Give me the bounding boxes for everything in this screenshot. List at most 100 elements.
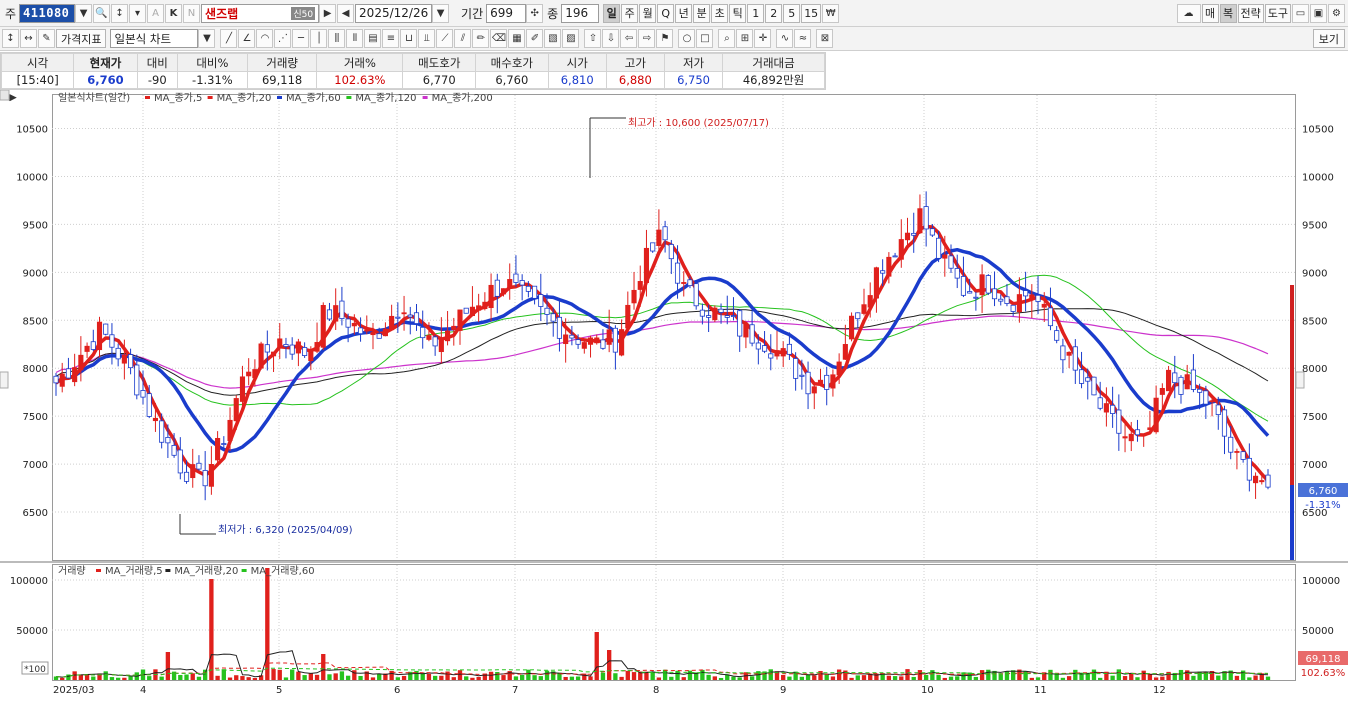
fan-icon[interactable]: ⋰	[274, 29, 292, 48]
period-15[interactable]: 15	[801, 3, 822, 23]
updown-icon[interactable]: ↕	[2, 29, 19, 48]
period-day[interactable]: 일	[603, 3, 621, 23]
parallel-icon[interactable]: ⫽	[454, 29, 472, 48]
candle-body	[494, 279, 500, 297]
search-icon[interactable]: 🔍	[93, 3, 111, 23]
circle-icon[interactable]: ○	[678, 29, 696, 48]
pencil-icon[interactable]: ✏	[472, 29, 490, 48]
scroll-handle[interactable]	[0, 89, 10, 101]
candle-body	[1016, 294, 1022, 313]
volume-bar	[321, 654, 326, 680]
back-icon[interactable]: ◀	[337, 3, 355, 23]
clipboard-icon[interactable]: ▨	[562, 29, 580, 48]
a-icon[interactable]: A	[147, 3, 165, 23]
volume-bar	[700, 669, 705, 680]
waves-icon[interactable]: ≈	[794, 29, 812, 48]
tools-button[interactable]: 도구	[1264, 3, 1291, 23]
folder-icon[interactable]: ▭	[1292, 3, 1309, 23]
line-icon[interactable]: ╱	[220, 29, 238, 48]
candle-body	[761, 345, 768, 352]
palette-icon[interactable]: ▦	[508, 29, 526, 48]
period-year[interactable]: 년	[675, 3, 693, 23]
wave-icon[interactable]: ∿	[776, 29, 794, 48]
angle-icon[interactable]: ∠	[238, 29, 256, 48]
side-handle-left[interactable]	[0, 371, 9, 389]
leftright-icon[interactable]: ↔	[20, 29, 37, 48]
zoom-area-icon[interactable]: ⊞	[736, 29, 754, 48]
arrow-left-icon[interactable]: ⇦	[620, 29, 638, 48]
settings-icon[interactable]: ⚙	[1328, 3, 1345, 23]
flag-icon[interactable]: ⚑	[656, 29, 674, 48]
cycle-icon[interactable]: ⫼	[328, 29, 346, 48]
play-icon[interactable]: ▶	[319, 3, 337, 23]
cloud-icon[interactable]: ☁	[1176, 3, 1201, 23]
candle-body	[898, 239, 904, 260]
period-tick[interactable]: 틱	[729, 3, 747, 23]
arrow-down-icon[interactable]: ⇩	[602, 29, 620, 48]
candle-body	[1203, 390, 1209, 405]
n-icon[interactable]: N	[183, 3, 201, 23]
arrow-right-icon[interactable]: ⇨	[638, 29, 656, 48]
vline-icon[interactable]: │	[310, 29, 328, 48]
candle-body	[712, 307, 718, 321]
period-second[interactable]: 초	[711, 3, 729, 23]
volume-bar	[377, 673, 382, 680]
sort-icon[interactable]: ↕	[111, 3, 129, 23]
chart-type-dropdown-icon[interactable]: ▼	[198, 29, 216, 48]
candle-body	[768, 353, 774, 359]
crosshair-tool-icon[interactable]: ✛	[754, 29, 772, 48]
dropdown-icon[interactable]: ▼	[75, 3, 93, 23]
strategy-button[interactable]: 전략	[1237, 3, 1264, 23]
grid-lines-icon[interactable]: ⦀	[346, 29, 364, 48]
volume-bar	[464, 676, 469, 680]
delete-icon[interactable]: ⊠	[816, 29, 834, 48]
buy-sell-button[interactable]: 매	[1201, 3, 1219, 23]
period-minute[interactable]: 분	[693, 3, 711, 23]
volume-bar	[1129, 673, 1134, 680]
chart-area[interactable]: 100000 100000 50000 50000 10500 10000 9500 900…	[0, 89, 1348, 698]
square-icon[interactable]: □	[696, 29, 714, 48]
price-volume-chart[interactable]: 100000 100000 50000 50000 10500 10000 9500 900…	[0, 89, 1348, 698]
won-icon[interactable]: ₩	[822, 3, 840, 23]
price-indicator-button[interactable]: 가격지표	[56, 29, 107, 48]
hline-icon[interactable]: ─	[292, 29, 310, 48]
date-input[interactable]: 2025/12/26	[355, 3, 433, 23]
period-week[interactable]: 주	[621, 3, 639, 23]
channel-icon[interactable]: ⊔	[400, 29, 418, 48]
table-icon[interactable]: ▤	[364, 29, 382, 48]
period-5[interactable]: 5	[783, 3, 801, 23]
multi-button[interactable]: 복	[1219, 3, 1237, 23]
view-button[interactable]: 보기	[1312, 29, 1345, 48]
period-2[interactable]: 2	[765, 3, 783, 23]
eraser-icon[interactable]: ⌫	[490, 29, 508, 48]
save-icon[interactable]: ▣	[1310, 3, 1327, 23]
side-handle-right[interactable]	[1295, 371, 1305, 389]
arc-icon[interactable]: ◠	[256, 29, 274, 48]
period-1[interactable]: 1	[747, 3, 765, 23]
fibo-icon[interactable]: ≡	[382, 29, 400, 48]
chart-type-select[interactable]: 일본식 차트	[110, 29, 199, 48]
trend-icon[interactable]: ⟋	[436, 29, 454, 48]
zoom-icon[interactable]: ⌕	[718, 29, 736, 48]
k-icon[interactable]: K	[165, 3, 183, 23]
chevron-down-icon[interactable]: ▾	[129, 3, 147, 23]
stock-code-input[interactable]: 411080	[19, 3, 76, 23]
date-tick: 10	[921, 685, 934, 696]
candle-body	[320, 305, 326, 348]
calendar-dropdown-icon[interactable]: ▼	[432, 3, 450, 23]
arrow-up-icon[interactable]: ⇧	[584, 29, 602, 48]
candle-body	[824, 374, 830, 390]
edit-icon[interactable]: ✎	[38, 29, 55, 48]
period-month[interactable]: 월	[639, 3, 657, 23]
note-icon[interactable]: ▧	[544, 29, 562, 48]
count-input[interactable]: 196	[561, 3, 600, 23]
candle-body	[407, 314, 413, 318]
pitchfork-icon[interactable]: ⫫	[418, 29, 436, 48]
period-quarter[interactable]: Q	[657, 3, 675, 23]
price-tick-left: 9000	[23, 268, 48, 279]
marker-icon[interactable]: ✐	[526, 29, 544, 48]
candle-body	[239, 376, 246, 402]
crosshair-icon[interactable]: ✣	[526, 3, 544, 23]
candle-body	[873, 267, 879, 299]
period-input[interactable]: 699	[486, 3, 527, 23]
